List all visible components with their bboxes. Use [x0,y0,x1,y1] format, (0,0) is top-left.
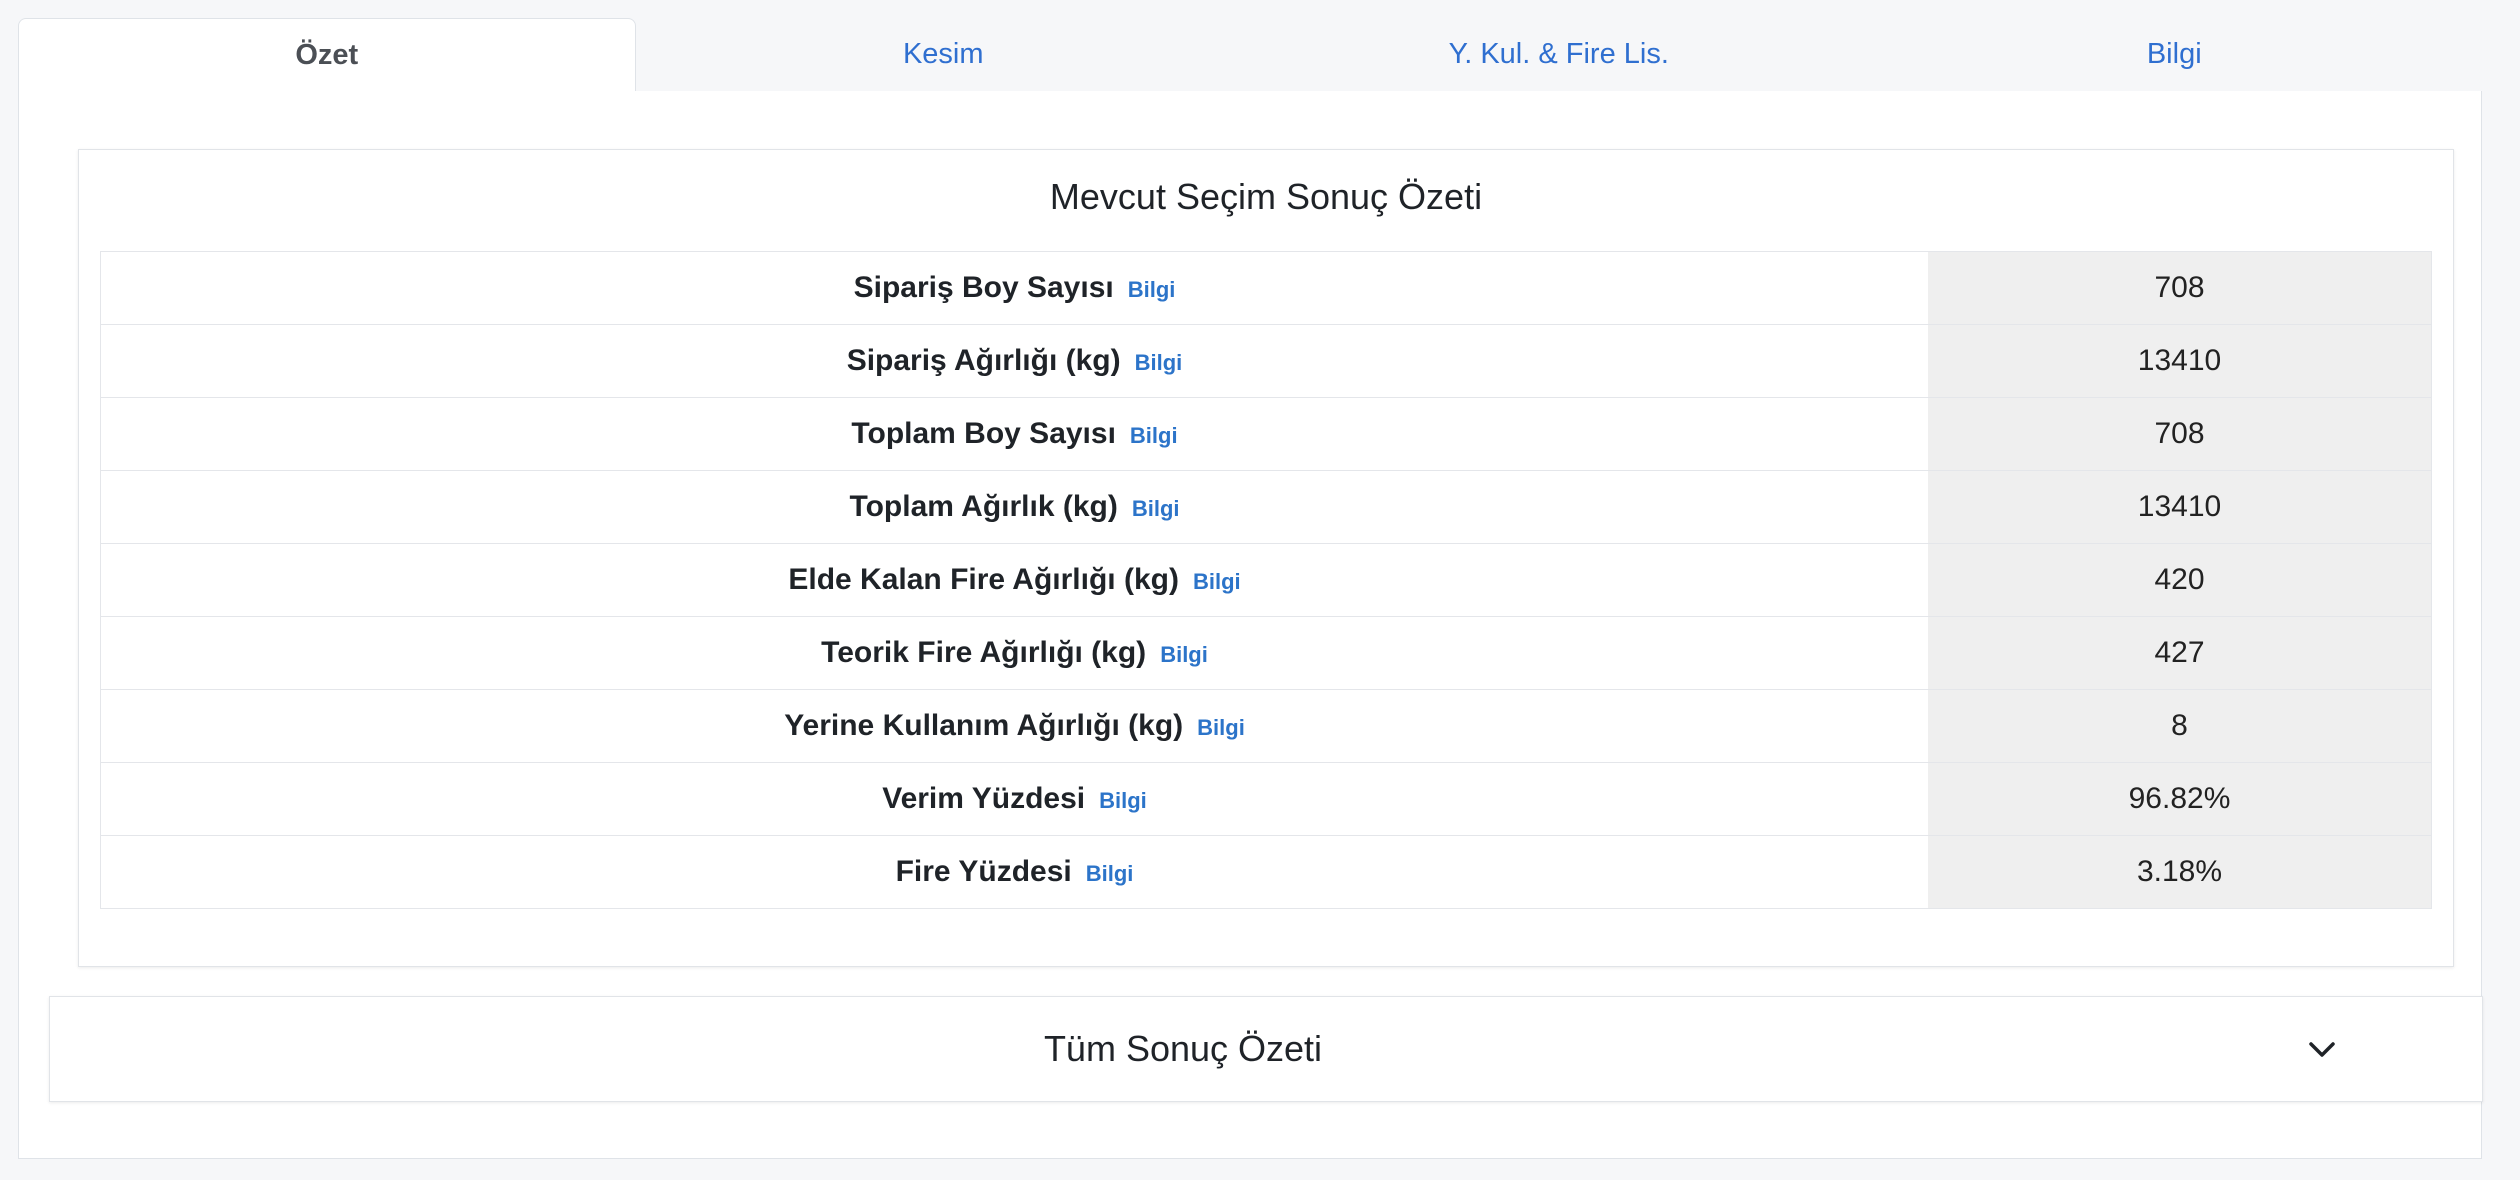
table-row: Sipariş Boy Sayısı Bilgi 708 [100,251,2432,325]
accordion-title: Tüm Sonuç Özeti [1043,1028,1323,1069]
row-value: 8 [1928,689,2432,763]
table-row: Fire Yüzdesi Bilgi 3.18% [100,835,2432,909]
all-results-summary-accordion[interactable]: Tüm Sonuç Özeti [49,996,2483,1102]
row-label-cell: Verim Yüzdesi Bilgi [100,762,1928,836]
table-row: Toplam Boy Sayısı Bilgi 708 [100,397,2432,471]
current-selection-summary-card: Mevcut Seçim Sonuç Özeti Sipariş Boy Say… [78,149,2454,967]
tab-kesim[interactable]: Kesim [635,18,1251,92]
row-label-cell: Yerine Kullanım Ağırlığı (kg) Bilgi [100,689,1928,763]
row-label: Sipariş Ağırlığı (kg) [846,344,1121,377]
table-row: Yerine Kullanım Ağırlığı (kg) Bilgi 8 [100,689,2432,763]
table-row: Sipariş Ağırlığı (kg) Bilgi 13410 [100,324,2432,398]
row-label-cell: Sipariş Ağırlığı (kg) Bilgi [100,324,1928,398]
info-link[interactable]: Bilgi [1130,423,1178,448]
row-label-cell: Toplam Ağırlık (kg) Bilgi [100,470,1928,544]
row-label-cell: Sipariş Boy Sayısı Bilgi [100,251,1928,325]
row-value: 13410 [1928,324,2432,398]
row-value: 420 [1928,543,2432,617]
table-row: Teorik Fire Ağırlığı (kg) Bilgi 427 [100,616,2432,690]
row-label: Elde Kalan Fire Ağırlığı (kg) [788,563,1179,596]
info-link[interactable]: Bilgi [1197,715,1245,740]
row-label: Fire Yüzdesi [895,855,1072,888]
info-link[interactable]: Bilgi [1086,861,1134,886]
row-value: 96.82% [1928,762,2432,836]
info-link[interactable]: Bilgi [1193,569,1241,594]
row-value: 708 [1928,251,2432,325]
row-label: Verim Yüzdesi [882,782,1086,815]
chevron-down-icon[interactable] [2306,1035,2338,1065]
row-value: 3.18% [1928,835,2432,909]
row-label-cell: Elde Kalan Fire Ağırlığı (kg) Bilgi [100,543,1928,617]
row-label: Teorik Fire Ağırlığı (kg) [821,636,1147,669]
row-value: 13410 [1928,470,2432,544]
table-row: Verim Yüzdesi Bilgi 96.82% [100,762,2432,836]
tab-yerine-kullanim-fire-listesi[interactable]: Y. Kul. & Fire Lis. [1251,18,1867,92]
row-label: Sipariş Boy Sayısı [853,271,1114,304]
table-row: Elde Kalan Fire Ağırlığı (kg) Bilgi 420 [100,543,2432,617]
tab-ozet[interactable]: Özet [18,18,636,92]
info-link[interactable]: Bilgi [1160,642,1208,667]
info-link[interactable]: Bilgi [1132,496,1180,521]
tab-bilgi[interactable]: Bilgi [1866,18,2482,92]
row-value: 427 [1928,616,2432,690]
tab-content-panel: Mevcut Seçim Sonuç Özeti Sipariş Boy Say… [18,91,2483,1159]
summary-table: Sipariş Boy Sayısı Bilgi 708 Sipariş Ağırlı… [100,251,2432,909]
info-link[interactable]: Bilgi [1135,350,1183,375]
info-link[interactable]: Bilgi [1099,788,1147,813]
row-label-cell: Toplam Boy Sayısı Bilgi [100,397,1928,471]
tab-bar: Özet Kesim Y. Kul. & Fire Lis. Bilgi [18,18,2482,92]
row-label: Toplam Boy Sayısı [851,417,1116,450]
row-label-cell: Teorik Fire Ağırlığı (kg) Bilgi [100,616,1928,690]
row-label-cell: Fire Yüzdesi Bilgi [100,835,1928,909]
card-title: Mevcut Seçim Sonuç Özeti [1049,176,1483,217]
info-link[interactable]: Bilgi [1128,277,1176,302]
row-value: 708 [1928,397,2432,471]
row-label: Toplam Ağırlık (kg) [849,490,1118,523]
table-row: Toplam Ağırlık (kg) Bilgi 13410 [100,470,2432,544]
row-label: Yerine Kullanım Ağırlığı (kg) [784,709,1184,742]
